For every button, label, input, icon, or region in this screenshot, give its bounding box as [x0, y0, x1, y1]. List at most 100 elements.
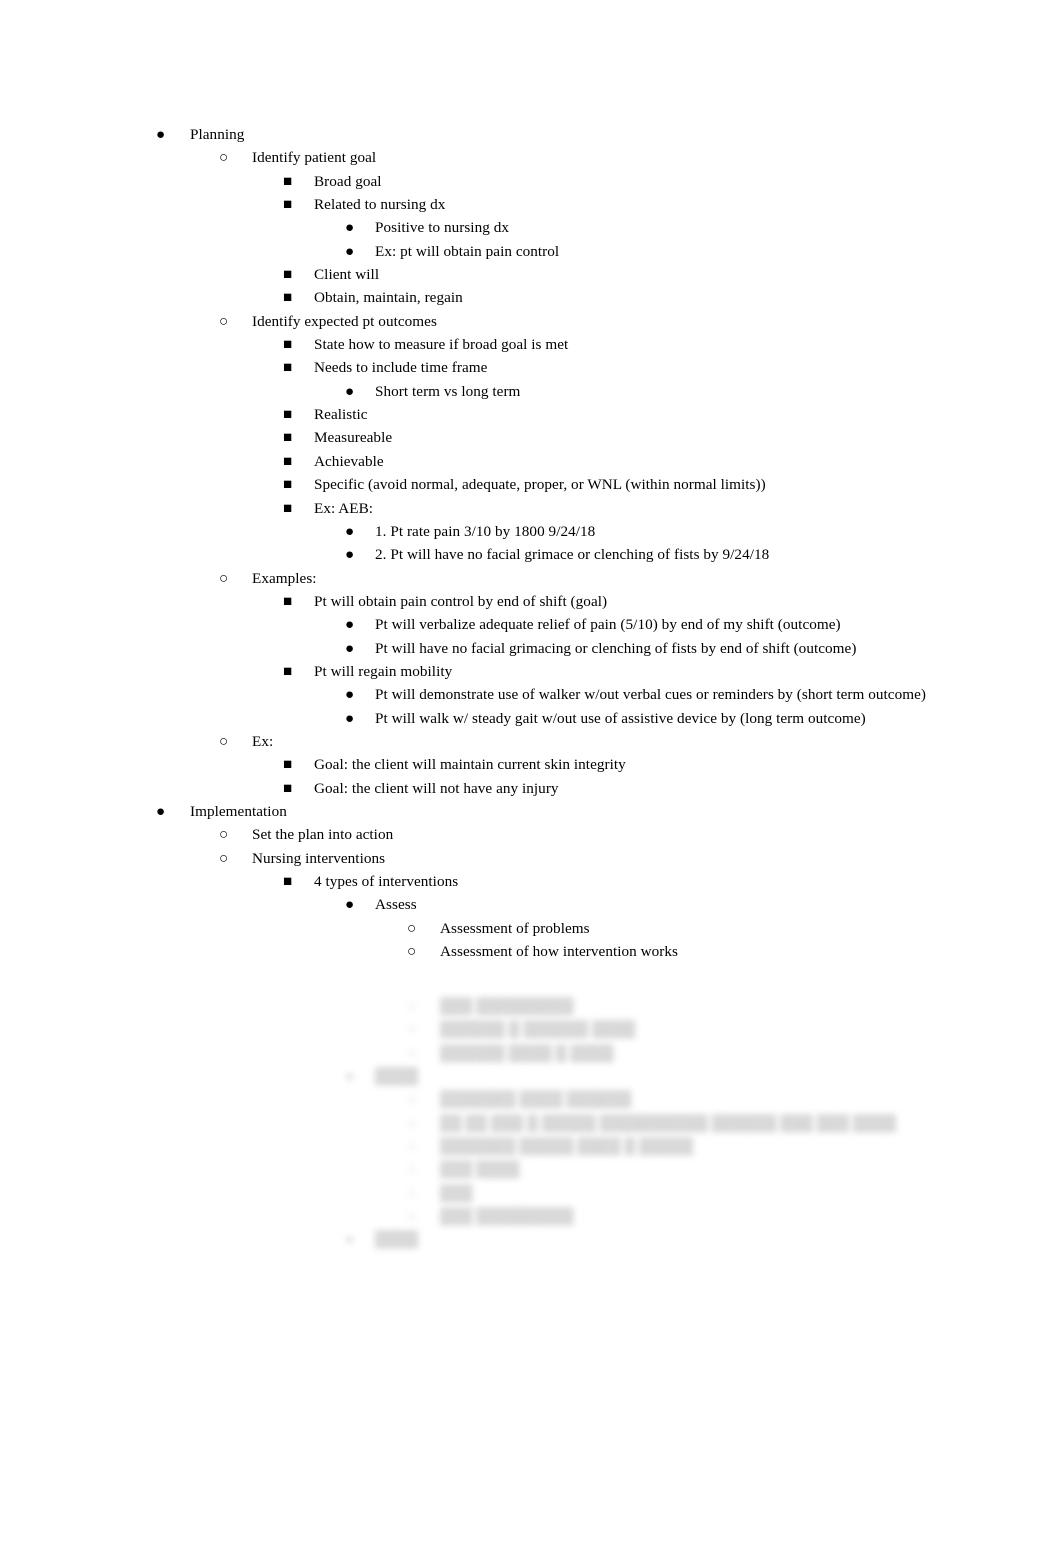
- obscured-item-text: ███████ ████ ██████: [440, 1091, 632, 1109]
- outline-item: ● Implementation: [0, 800, 1062, 823]
- outline-item-text: Positive to nursing dx: [375, 219, 509, 237]
- obscured-item-text: ███: [440, 1184, 473, 1202]
- outline-item-text: Ex:: [252, 732, 274, 750]
- obscured-item: ● ████: [0, 1228, 1062, 1251]
- circle-bullet-icon: ○: [219, 826, 229, 844]
- disc-bullet-icon: ●: [345, 686, 355, 704]
- obscured-item: ○ ███████ █████ ████ █ █████: [0, 1135, 1062, 1158]
- obscured-item-text: ██████ ████ █ ████: [440, 1044, 614, 1062]
- obscured-item: ○ ███ █████████: [0, 1205, 1062, 1228]
- obscured-item-text: ████: [375, 1231, 419, 1249]
- outline-item: ■ Pt will regain mobility: [0, 660, 1062, 683]
- outline-item-text: Nursing interventions: [252, 849, 386, 867]
- outline-item-text: Ex: pt will obtain pain control: [375, 242, 560, 260]
- outline-item-text: Specific (avoid normal, adequate, proper…: [314, 476, 766, 494]
- outline-item: ● Pt will walk w/ steady gait w/out use o…: [0, 707, 1062, 730]
- outline-item-text: 1. Pt rate pain 3/10 by 1800 9/24/18: [375, 522, 596, 540]
- square-bullet-icon: ■: [283, 172, 293, 190]
- disc-bullet-icon: ●: [156, 126, 166, 143]
- obscured-item-text: ███ █████████: [440, 998, 574, 1015]
- disc-bullet-icon: ●: [345, 522, 355, 540]
- circle-bullet-icon: ○: [407, 1114, 417, 1132]
- disc-bullet-icon: ●: [345, 219, 355, 237]
- obscured-item: ○ ██████ ████ █ ████: [0, 1042, 1062, 1065]
- obscured-item: ● ████: [0, 1065, 1062, 1088]
- obscured-item-text: ███████ █████ ████ █ █████: [440, 1138, 694, 1156]
- circle-bullet-icon: ○: [219, 149, 229, 167]
- circle-bullet-icon: ○: [407, 1184, 417, 1202]
- disc-bullet-icon: ●: [345, 639, 355, 657]
- outline-item-text: Pt will obtain pain control by end of sh…: [314, 592, 608, 610]
- obscured-item-text: ████: [375, 1068, 419, 1086]
- outline-item-text: 2. Pt will have no facial grimace or cle…: [375, 546, 770, 564]
- square-bullet-icon: ■: [283, 266, 293, 284]
- outline-list: ● Planning ○ Identify patient goal ■ Broad go…: [0, 123, 1062, 963]
- outline-item-text: Broad goal: [314, 172, 382, 190]
- outline-item: ○ Nursing interventions: [0, 847, 1062, 870]
- outline-item-text: State how to measure if broad goal is me…: [314, 336, 569, 354]
- outline-item-text: Pt will walk w/ steady gait w/out use of…: [375, 709, 866, 727]
- outline-item-text: Set the plan into action: [252, 826, 394, 844]
- document-page: ● Planning ○ Identify patient goal ■ Broad go…: [0, 0, 1062, 1556]
- outline-item: ○ Identify expected pt outcomes: [0, 310, 1062, 333]
- outline-item: ○ Examples:: [0, 567, 1062, 590]
- disc-bullet-icon: ●: [345, 382, 355, 400]
- outline-item: ● Planning: [0, 123, 1062, 146]
- outline-item-text: Assessment of how intervention works: [440, 943, 679, 961]
- outline-item: ■ Goal: the client will maintain current …: [0, 753, 1062, 776]
- square-bullet-icon: ■: [283, 873, 293, 890]
- obscured-item: ○ ███ ████: [0, 1158, 1062, 1181]
- circle-bullet-icon: ○: [219, 569, 229, 587]
- outline-item: ■ Related to nursing dx: [0, 193, 1062, 216]
- outline-item-text: Realistic: [314, 406, 368, 424]
- outline-item: ■ Broad goal: [0, 170, 1062, 193]
- outline-item: ■ Specific (avoid normal, adequate, prope…: [0, 473, 1062, 496]
- outline-item: ■ Ex: AEB:: [0, 497, 1062, 520]
- square-bullet-icon: ■: [283, 359, 293, 377]
- obscured-item: ○ ██ ██ ███ █ █████ ██████████ ██████ ███…: [0, 1112, 1062, 1135]
- outline-item-text: Short term vs long term: [375, 382, 521, 400]
- outline-item-text: Ex: AEB:: [314, 499, 374, 517]
- circle-bullet-icon: ○: [407, 1161, 417, 1179]
- outline-item-text: Obtain, maintain, regain: [314, 289, 463, 307]
- square-bullet-icon: ■: [283, 429, 293, 447]
- obscured-item-text: ███ ████: [440, 1161, 520, 1179]
- obscured-item-text: ██ ██ ███ █ █████ ██████████ ██████ ███ …: [440, 1114, 897, 1132]
- outline-item: ○ Ex:: [0, 730, 1062, 753]
- outline-item: ○ Set the plan into action: [0, 823, 1062, 846]
- circle-bullet-icon: ○: [407, 1091, 417, 1109]
- circle-bullet-icon: ○: [407, 1138, 417, 1156]
- obscured-outline-region: ○ ███ █████████ ○ ██████ █ ██████ ████ ○ ████…: [0, 995, 1062, 1265]
- outline-item-text: Assess: [375, 896, 417, 914]
- outline-item-text: Goal: the client will not have any injur…: [314, 779, 559, 797]
- outline-item: ● Pt will demonstrate use of walker w/out…: [0, 683, 1062, 706]
- square-bullet-icon: ■: [283, 756, 293, 774]
- outline-item: ■ Achievable: [0, 450, 1062, 473]
- outline-item-text: 4 types of interventions: [314, 873, 459, 890]
- outline-item: ■ Goal: the client will not have any inju…: [0, 777, 1062, 800]
- outline-item-text: Pt will demonstrate use of walker w/out …: [375, 686, 927, 704]
- disc-bullet-icon: ●: [345, 546, 355, 564]
- square-bullet-icon: ■: [283, 452, 293, 470]
- circle-bullet-icon: ○: [407, 998, 417, 1015]
- obscured-item: ○ ███: [0, 1182, 1062, 1205]
- outline-item: ● Ex: pt will obtain pain control: [0, 240, 1062, 263]
- outline-item-text: Implementation: [190, 802, 287, 820]
- outline-item: ● 2. Pt will have no facial grimace or cl…: [0, 543, 1062, 566]
- square-bullet-icon: ■: [283, 476, 293, 494]
- outline-item-text: Needs to include time frame: [314, 359, 488, 377]
- outline-item-text: Identify patient goal: [252, 149, 377, 167]
- outline-item-text: Achievable: [314, 452, 384, 470]
- obscured-item: ○ ███████ ████ ██████: [0, 1088, 1062, 1111]
- outline-item: ■ State how to measure if broad goal is m…: [0, 333, 1062, 356]
- square-bullet-icon: ■: [283, 406, 293, 424]
- outline-item-text: Goal: the client will maintain current s…: [314, 756, 626, 774]
- outline-item: ○ Identify patient goal: [0, 146, 1062, 169]
- square-bullet-icon: ■: [283, 662, 293, 680]
- outline-item: ● 1. Pt rate pain 3/10 by 1800 9/24/18: [0, 520, 1062, 543]
- square-bullet-icon: ■: [283, 196, 293, 214]
- outline-item: ● Assess: [0, 893, 1062, 916]
- outline-item: ■ Measureable: [0, 426, 1062, 449]
- square-bullet-icon: ■: [283, 289, 293, 307]
- circle-bullet-icon: ○: [407, 1208, 417, 1226]
